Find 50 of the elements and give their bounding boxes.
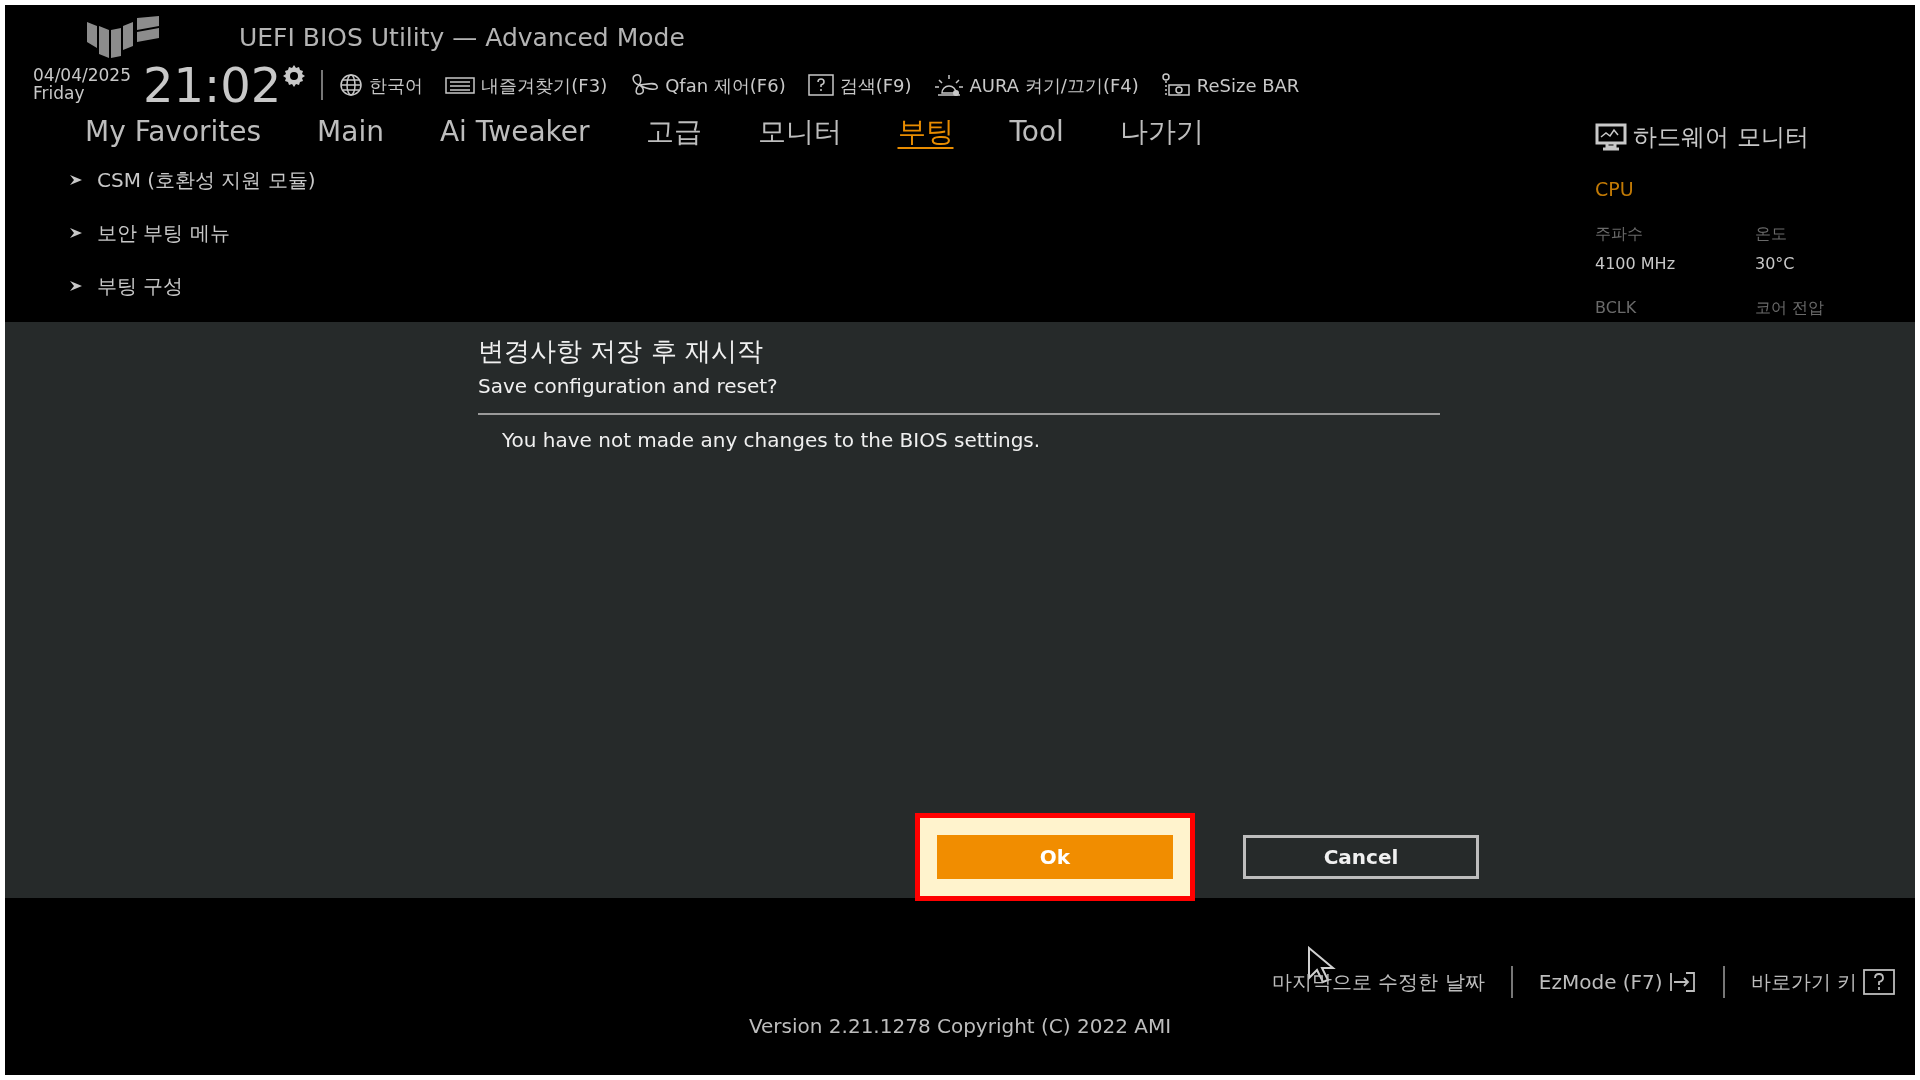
help-icon xyxy=(1863,969,1895,995)
field-value: 30°C xyxy=(1755,252,1796,275)
field-label: 코어 전압 xyxy=(1755,296,1826,319)
arrow-icon xyxy=(69,278,83,293)
footer-link[interactable]: 바로가기 키 xyxy=(1750,967,1857,997)
menu-item[interactable]: 부팅 구성 xyxy=(97,270,184,301)
tab[interactable]: My Favorites xyxy=(85,111,262,153)
day-text: Friday xyxy=(33,85,86,103)
field-label: 온도 xyxy=(1755,222,1788,245)
field-value: 4100 MHz xyxy=(1595,252,1677,275)
toolbar-item[interactable]: Qfan 제어(F6) xyxy=(665,71,786,99)
menu-item[interactable]: 보안 부팅 메뉴 xyxy=(97,217,230,248)
dialog-button[interactable]: Cancel xyxy=(1243,835,1479,879)
arrow-icon xyxy=(69,172,83,187)
toolbar-item[interactable]: 검색(F9) xyxy=(839,71,912,99)
monitor-icon xyxy=(1595,123,1627,151)
dialog-title: 변경사항 저장 후 재시작 xyxy=(478,335,764,368)
toolbar-item[interactable]: ReSize BAR xyxy=(1196,71,1300,99)
tab[interactable]: 부팅 xyxy=(897,111,954,153)
card-icon xyxy=(1160,72,1191,98)
footer-link[interactable]: EzMode (F7) xyxy=(1538,967,1663,997)
version-text: Version 2.21.1278 Copyright (C) 2022 AMI xyxy=(747,1013,1173,1040)
tab[interactable]: 나가기 xyxy=(1119,111,1204,153)
toolbar-item[interactable]: AURA 켜기/끄기(F4) xyxy=(969,71,1139,99)
lamp-icon xyxy=(933,73,964,97)
dialog-message: You have not made any changes to the BIOS settings. xyxy=(501,427,1042,454)
panel-title: 하드웨어 모니터 xyxy=(1633,122,1809,153)
clock-text: 21:02 xyxy=(143,61,282,109)
tab[interactable]: Ai Tweaker xyxy=(439,111,590,153)
tab[interactable]: 고급 xyxy=(645,111,702,153)
footer-link[interactable]: 마지막으로 수정한 날짜 xyxy=(1272,967,1485,997)
tab[interactable]: 모니터 xyxy=(757,111,842,153)
toolbar-item[interactable]: 내즐겨찾기(F3) xyxy=(481,71,608,99)
menu-item[interactable]: CSM (호환성 지원 모듈) xyxy=(97,164,316,195)
field-label: BCLK xyxy=(1595,296,1638,319)
exit-icon xyxy=(1668,971,1697,993)
arrow-icon xyxy=(69,225,83,240)
help-icon xyxy=(807,74,834,96)
dialog-subtitle: Save configuration and reset? xyxy=(478,373,779,400)
window-title: UEFI BIOS Utility — Advanced Mode xyxy=(239,22,685,55)
date-text: 04/04/2025 xyxy=(33,67,131,85)
tab[interactable]: Tool xyxy=(1009,111,1064,153)
globe-icon xyxy=(339,73,364,97)
field-label: 주파수 xyxy=(1595,222,1644,245)
section-title: CPU xyxy=(1595,177,1635,202)
list-icon xyxy=(445,75,476,95)
logo-icon xyxy=(87,16,159,58)
toolbar-item[interactable]: 한국어 xyxy=(369,71,424,99)
fan-icon xyxy=(629,73,660,97)
tab[interactable]: Main xyxy=(317,111,384,153)
